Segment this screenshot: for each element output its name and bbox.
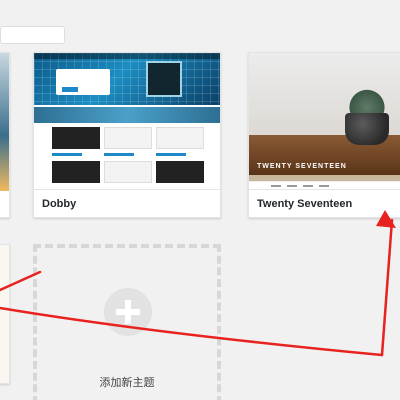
theme-name: Dobby [34, 189, 220, 217]
preview-section-header [34, 107, 220, 123]
top-toolbar [0, 0, 400, 18]
preview-content-grid [52, 127, 204, 187]
theme-card-partial[interactable] [0, 52, 10, 218]
theme-card-partial-2[interactable] [0, 244, 10, 384]
theme-card-dobby[interactable]: Dobby [33, 52, 221, 218]
circuit-chip-image [146, 61, 182, 97]
theme-screenshot-dobby [34, 53, 220, 191]
theme-screenshot-twenty-seventeen: TWENTY SEVENTEEN [249, 53, 400, 191]
theme-screenshot [0, 53, 9, 191]
add-new-theme-label: 添加新主题 [99, 377, 155, 389]
add-new-theme-button[interactable]: 添加新主题 [33, 244, 221, 400]
annotation-arrow-line [380, 218, 394, 357]
preview-title: TWENTY SEVENTEEN [257, 163, 347, 170]
theme-card-twenty-seventeen[interactable]: TWENTY SEVENTEEN Twenty Seventeen [248, 52, 400, 218]
preview-hero [34, 53, 220, 105]
theme-name: Twenty Seventeen [249, 189, 400, 217]
pot-image [345, 113, 389, 145]
search-input[interactable] [0, 26, 65, 44]
plus-icon [104, 288, 152, 336]
